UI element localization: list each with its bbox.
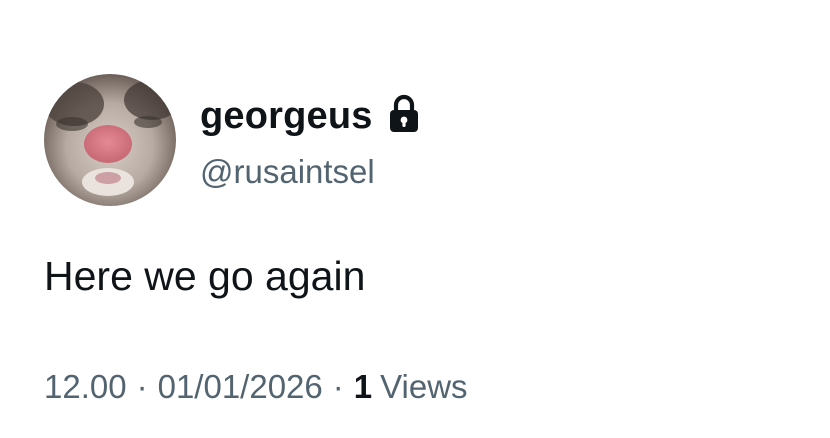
views-count: 1 (353, 368, 373, 405)
meta-separator: · (136, 368, 148, 405)
tweet-card: georgeus @rusaintsel Here we go again 12… (0, 0, 830, 438)
avatar-image (44, 74, 176, 206)
display-name-row: georgeus (200, 90, 421, 142)
meta-separator: · (332, 368, 344, 405)
tweet-text: Here we go again (44, 253, 366, 299)
lock-icon (387, 94, 421, 134)
tweet-meta: 12.00 · 01/01/2026 · 1 Views (44, 364, 468, 410)
user-handle[interactable]: @rusaintsel (200, 150, 375, 194)
avatar[interactable] (44, 74, 176, 206)
tweet-date[interactable]: 01/01/2026 (158, 368, 323, 405)
views-label: Views (380, 368, 468, 405)
display-name[interactable]: georgeus (200, 90, 373, 142)
tweet-time[interactable]: 12.00 (44, 368, 127, 405)
